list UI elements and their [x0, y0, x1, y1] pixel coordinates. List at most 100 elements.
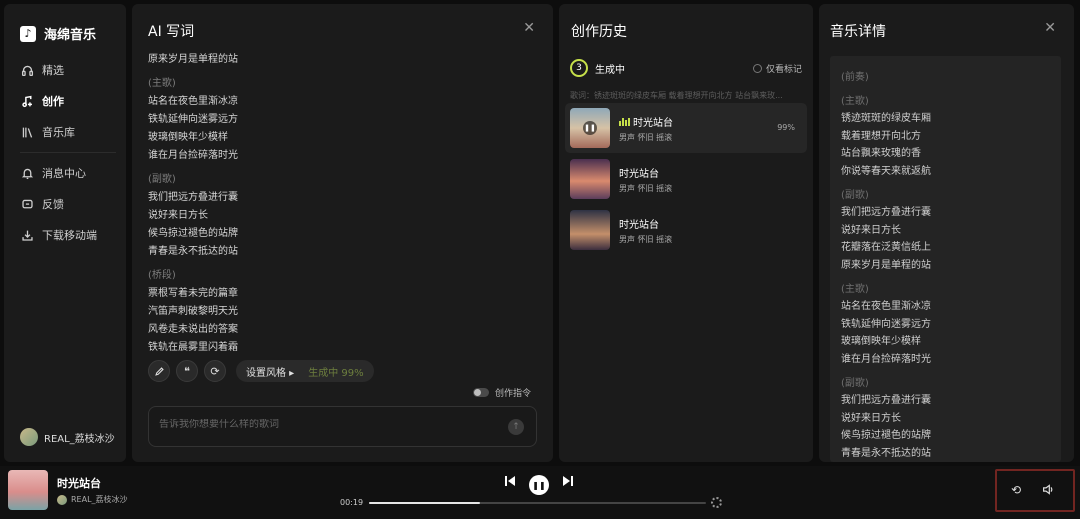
song-cover: ❚❚: [570, 108, 610, 148]
panel-title: 创作历史: [571, 24, 627, 40]
avatar: [20, 428, 38, 446]
generation-status-row: 3 生成中 仅看标记: [570, 59, 802, 77]
progress-bar[interactable]: [369, 502, 706, 504]
song-tags: 男声 怀旧 摇滚: [619, 184, 673, 193]
command-toggle-row: 创作指令: [472, 386, 531, 399]
sidebar: ♪ 海绵音乐 精选 创作 音乐库 消息中心 反馈 下载移动端 REAL_荔枝冰沙: [4, 4, 126, 462]
music-note-icon: ♪: [20, 25, 36, 42]
song-title: 时光站台: [619, 169, 659, 180]
close-icon[interactable]: ✕: [1044, 20, 1056, 36]
previous-icon[interactable]: [504, 475, 516, 487]
edit-icon[interactable]: [148, 360, 170, 382]
sidebar-divider: [20, 152, 116, 153]
song-title: 时光站台: [619, 220, 659, 231]
download-icon: [20, 228, 34, 242]
sidebar-item-download[interactable]: 下载移动端: [20, 227, 97, 243]
now-playing-cover[interactable]: [8, 470, 48, 510]
app-logo[interactable]: ♪ 海绵音乐: [20, 24, 96, 43]
style-button[interactable]: 设置风格 ▸ 生成中 99%: [236, 360, 374, 382]
sidebar-item-messages[interactable]: 消息中心: [20, 165, 86, 181]
lyric-line: 玻璃倒映年少模样: [841, 336, 921, 348]
song-cover: [570, 210, 610, 250]
lyric-line: 候鸟掠过褪色的站牌: [148, 228, 238, 239]
elapsed-time: 00:19: [340, 498, 364, 507]
lyric-line: 候鸟掠过褪色的站牌: [841, 430, 931, 442]
sidebar-item-featured[interactable]: 精选: [20, 62, 64, 78]
lyric-line: 你说等春天来就返航: [841, 165, 931, 177]
headphones-icon: [20, 63, 34, 77]
artist-name: REAL_荔枝冰沙: [71, 495, 128, 504]
pause-icon[interactable]: ❚❚: [583, 121, 597, 135]
lyric-line: 票根写着未完的篇章: [148, 288, 238, 299]
ai-lyrics-panel: AI 写词 ✕ 原来岁月是单程的站 (主歌) 站名在夜色里渐冰凉 铁轨延伸向迷雾远方玻…: [132, 4, 553, 462]
now-playing-title[interactable]: 时光站台: [57, 475, 101, 491]
lyric-section-label: (副歌): [841, 189, 869, 201]
pause-button[interactable]: ❚❚: [529, 475, 549, 495]
send-icon[interactable]: ↑: [508, 419, 524, 435]
sidebar-item-create[interactable]: 创作: [20, 93, 64, 109]
panel-title: AI 写词: [148, 24, 195, 40]
lyric-section-label: (前奏): [841, 72, 869, 83]
lyric-line: 汽笛声刺破黎明天光: [148, 306, 238, 317]
prompt-preview: 歌词：锈迹斑斑的绿皮车厢 载着理想开向北方 站台飘来玫...: [570, 91, 783, 100]
lyric-line: 我们把远方叠进行囊: [841, 395, 931, 407]
song-item[interactable]: 时光站台 男声 怀旧 摇滚: [565, 154, 807, 204]
next-icon[interactable]: [562, 475, 574, 487]
lyric-line: 我们把远方叠进行囊: [148, 192, 238, 203]
sidebar-item-label: 创作: [42, 95, 64, 108]
quote-icon[interactable]: ❝: [176, 360, 198, 382]
lyric-line: 原来岁月是单程的站: [148, 54, 238, 65]
lyric-line: 站台飘来玫瑰的香: [841, 148, 921, 160]
song-tags: 男声 怀旧 摇滚: [619, 235, 673, 244]
lyric-section-label: (副歌): [841, 377, 869, 389]
close-icon[interactable]: ✕: [523, 20, 535, 36]
sidebar-item-label: 下载移动端: [42, 229, 97, 242]
music-note-plus-icon: [20, 94, 34, 108]
generating-status: 生成中 99%: [308, 367, 364, 379]
detail-lyrics: (前奏) (主歌) 锈迹斑斑的绿皮车厢 载着理想开向北方 站台飘来玫瑰的香 你说等春天来就…: [830, 56, 1061, 462]
song-item[interactable]: 时光站台 男声 怀旧 摇滚: [565, 205, 807, 255]
progress-fill: [369, 502, 481, 504]
history-panel: 创作历史 3 生成中 仅看标记 歌词：锈迹斑斑的绿皮车厢 载着理想开向北方 站台…: [559, 4, 813, 462]
lyric-line: 说好来日方长: [841, 224, 901, 236]
lyric-section-label: (副歌): [148, 174, 176, 185]
library-icon: [20, 125, 34, 139]
sidebar-item-label: 音乐库: [42, 126, 75, 139]
bell-icon: [20, 166, 34, 180]
sidebar-item-library[interactable]: 音乐库: [20, 124, 75, 140]
lyric-line: 风卷走未说出的答案: [148, 324, 238, 335]
song-item[interactable]: ❚❚ 时光站台 男声 怀旧 摇滚 99%: [565, 103, 807, 153]
watermark-stamp: [995, 469, 1075, 512]
lyric-line: 花瓣落在泛黄信纸上: [841, 242, 931, 254]
song-progress: 99%: [777, 123, 795, 132]
sidebar-item-label: 反馈: [42, 198, 64, 211]
lyric-line: 铁轨延伸向迷雾远方: [148, 114, 238, 125]
lyric-line: 铁轨延伸向迷雾远方: [841, 318, 931, 330]
sidebar-item-feedback[interactable]: 反馈: [20, 196, 64, 212]
now-playing-artist[interactable]: REAL_荔枝冰沙: [57, 494, 128, 505]
app-name: 海绵音乐: [44, 28, 97, 43]
avatar: [57, 494, 67, 505]
lyrics-editor[interactable]: 原来岁月是单程的站 (主歌) 站名在夜色里渐冰凉 铁轨延伸向迷雾远方 玻璃倒映年少模样谁…: [148, 51, 528, 353]
sidebar-item-label: 精选: [42, 64, 64, 77]
only-marked-filter[interactable]: 仅看标记: [752, 62, 802, 75]
refresh-icon[interactable]: ⟳: [204, 360, 226, 382]
lyric-section-label: (主歌): [841, 283, 869, 295]
prompt-input[interactable]: [159, 419, 499, 430]
toggle-label: 创作指令: [494, 389, 531, 399]
lyric-section-label: (主歌): [841, 95, 869, 107]
prompt-box: ↑: [148, 406, 537, 447]
sidebar-item-label: 消息中心: [42, 167, 86, 180]
loading-spinner-icon: [711, 497, 722, 508]
style-label: 设置风格: [246, 367, 286, 379]
lyric-line: 青春是永不抵达的站: [841, 447, 931, 459]
lyric-line: 铁轨在晨雾里闪着霜: [148, 342, 238, 353]
lyric-line: 玻璃倒映年少模样: [148, 132, 228, 143]
command-toggle[interactable]: [472, 388, 489, 397]
user-name: REAL_荔枝冰沙: [44, 433, 115, 445]
panel-title: 音乐详情: [830, 24, 886, 40]
user-profile[interactable]: REAL_荔枝冰沙: [20, 428, 115, 446]
lyrics-toolbar: ❝ ⟳ 设置风格 ▸ 生成中 99%: [148, 360, 374, 382]
lyric-line: 说好来日方长: [841, 412, 901, 424]
lyric-line: 站名在夜色里渐冰凉: [148, 96, 238, 107]
